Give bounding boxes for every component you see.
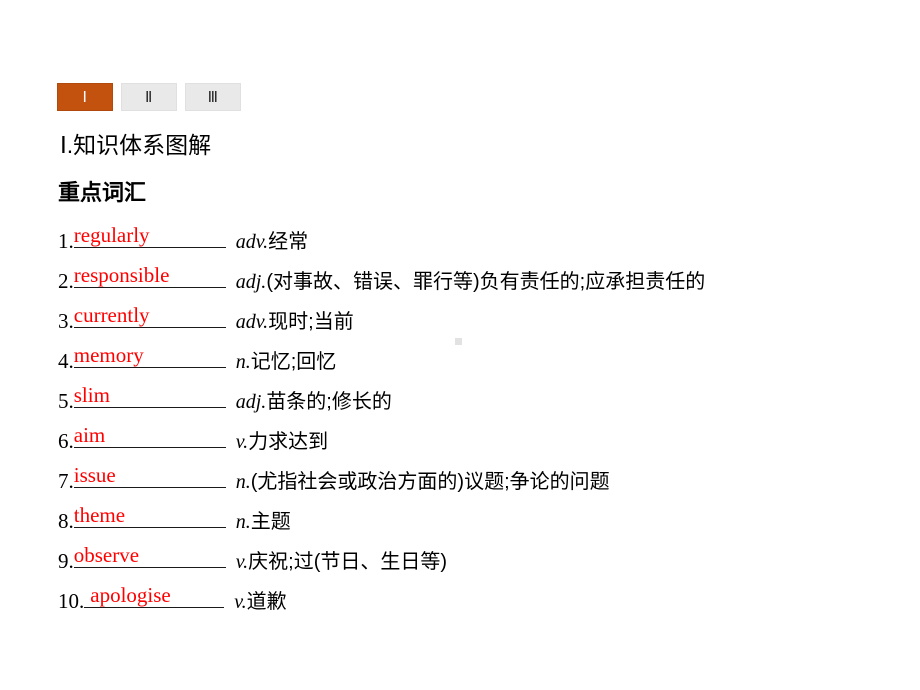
vocab-answer-blank[interactable]: currently [73, 303, 226, 328]
tab-section-1[interactable]: Ⅰ [57, 83, 113, 111]
vocab-meaning: (尤指社会或政治方面的)议题;争论的问题 [250, 471, 610, 493]
vocab-index: 4. [58, 349, 74, 373]
vocab-row: 2. responsible adj.(对事故、错误、罪行等)负有责任的;应承担责任… [58, 264, 918, 304]
tab-section-1-label: Ⅰ [82, 89, 88, 106]
vocab-meaning: 主题 [250, 511, 291, 533]
vocab-meaning: 记忆;回忆 [250, 351, 337, 373]
vocab-index: 8. [58, 509, 74, 533]
vocab-meaning: 现时;当前 [268, 311, 354, 333]
vocab-answer: slim [73, 383, 110, 407]
vocab-definition: n.主题 [236, 505, 291, 534]
vocab-definition: adv.经常 [236, 225, 308, 254]
vocab-definition: v.庆祝;过(节日、生日等) [236, 545, 447, 574]
vocab-index: 1. [58, 229, 74, 253]
vocab-answer: memory [73, 343, 144, 367]
vocab-row: 10. apologise v.道歉 [58, 584, 918, 624]
vocab-part-of-speech: n. [235, 351, 251, 373]
vocab-definition: v.力求达到 [236, 425, 328, 454]
vocab-row: 1. regularly adv.经常 [58, 224, 918, 264]
vocabulary-list: 1. regularly adv.经常 2. responsible adj.(对事故、错… [58, 224, 918, 624]
tab-section-2-label: Ⅱ [145, 89, 153, 106]
section-heading: Ⅰ.知识体系图解 [60, 126, 211, 160]
vocab-meaning: 经常 [268, 231, 309, 253]
section-heading-numeral: Ⅰ [60, 133, 67, 158]
vocab-answer-blank[interactable]: issue [73, 463, 226, 488]
vocab-part-of-speech: v. [235, 551, 249, 573]
vocab-row: 5. slim adj.苗条的;修长的 [58, 384, 918, 424]
vocab-answer-blank[interactable]: observe [73, 543, 226, 568]
vocab-meaning: 道歉 [246, 591, 287, 613]
subsection-heading: 重点词汇 [58, 180, 147, 205]
vocab-answer: responsible [73, 263, 170, 287]
vocab-definition: adj.苗条的;修长的 [236, 385, 392, 414]
vocab-part-of-speech: n. [235, 471, 251, 493]
vocab-answer-blank[interactable]: memory [73, 343, 226, 368]
tab-section-3-label: Ⅲ [207, 89, 219, 106]
tab-section-2[interactable]: Ⅱ [121, 83, 177, 111]
vocab-part-of-speech: v. [235, 431, 249, 453]
vocab-answer: currently [73, 303, 150, 327]
vocab-index: 9. [58, 549, 74, 573]
vocab-definition: adv.现时;当前 [236, 305, 354, 334]
vocab-row: 3. currently adv.现时;当前 [58, 304, 918, 344]
vocab-definition: adj.(对事故、错误、罪行等)负有责任的;应承担责任的 [236, 265, 705, 294]
vocab-part-of-speech: v. [234, 591, 247, 613]
vocab-answer: issue [73, 463, 116, 487]
vocab-meaning: (对事故、错误、罪行等)负有责任的;应承担责任的 [266, 271, 706, 293]
vocab-meaning: 苗条的;修长的 [266, 391, 392, 413]
vocab-answer-blank[interactable]: aim [73, 423, 226, 448]
vocab-row: 4. memory n.记忆;回忆 [58, 344, 918, 384]
vocab-meaning: 力求达到 [248, 431, 329, 453]
vocab-answer-blank[interactable]: theme [73, 503, 226, 528]
vocab-answer: theme [73, 503, 126, 527]
vocab-answer-blank[interactable]: apologise [84, 583, 225, 608]
vocab-index: 2. [58, 269, 74, 293]
section-heading-title: .知识体系图解 [66, 132, 212, 158]
tab-strip: Ⅰ Ⅱ Ⅲ [57, 83, 241, 111]
vocab-index: 5. [58, 389, 74, 413]
vocab-row: 8. theme n.主题 [58, 504, 918, 544]
vocab-index: 6. [58, 429, 74, 453]
vocab-part-of-speech: adj. [235, 391, 267, 413]
vocab-index: 10. [58, 589, 85, 613]
vocab-answer: observe [73, 543, 140, 567]
vocab-row: 6. aim v.力求达到 [58, 424, 918, 464]
vocab-index: 3. [58, 309, 74, 333]
vocab-definition: n.记忆;回忆 [236, 345, 337, 374]
stray-mark [455, 338, 462, 345]
vocab-part-of-speech: n. [235, 511, 251, 533]
vocab-definition: n.(尤指社会或政治方面的)议题;争论的问题 [236, 465, 610, 494]
vocab-row: 7. issue n.(尤指社会或政治方面的)议题;争论的问题 [58, 464, 918, 504]
vocab-answer: regularly [73, 223, 150, 247]
vocab-index: 7. [58, 469, 74, 493]
vocab-meaning: 庆祝;过(节日、生日等) [248, 551, 448, 573]
vocab-answer-blank[interactable]: responsible [73, 263, 226, 288]
vocab-answer: apologise [90, 583, 171, 607]
tab-section-3[interactable]: Ⅲ [185, 83, 241, 111]
vocab-row: 9. observe v.庆祝;过(节日、生日等) [58, 544, 918, 584]
vocab-answer-blank[interactable]: regularly [73, 223, 226, 248]
vocab-definition: v.道歉 [234, 585, 286, 614]
vocab-answer: aim [73, 423, 106, 447]
vocab-part-of-speech: adv. [235, 231, 269, 253]
vocab-answer-blank[interactable]: slim [73, 383, 226, 408]
vocab-part-of-speech: adv. [235, 311, 269, 333]
vocab-part-of-speech: adj. [235, 271, 267, 293]
